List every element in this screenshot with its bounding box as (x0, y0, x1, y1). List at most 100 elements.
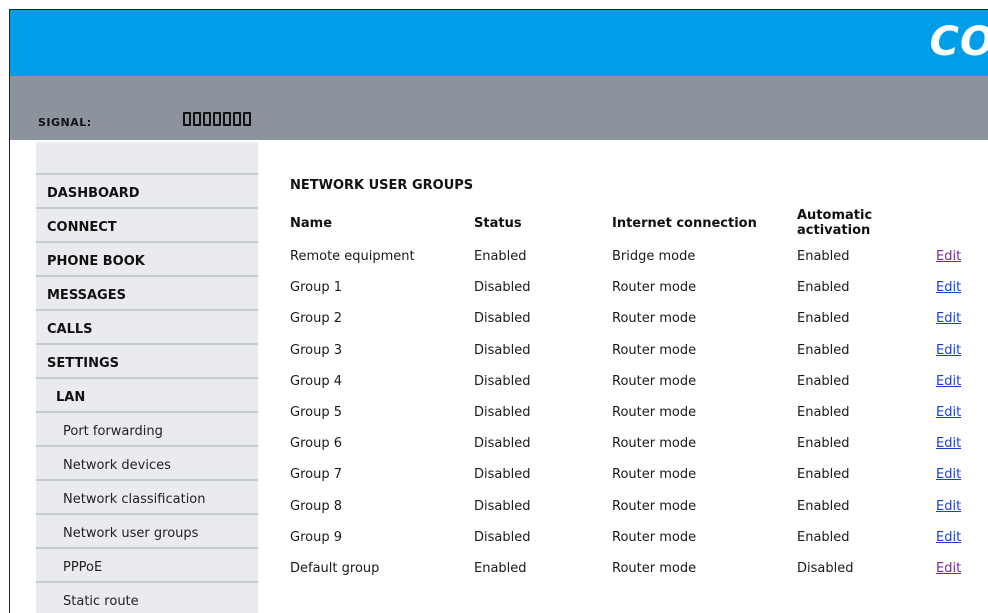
cell-internet-connection: Router mode (612, 405, 697, 421)
signal-strength-meter (183, 112, 251, 126)
cell-automatic-activation: Enabled (797, 280, 850, 296)
table-row: Group 5 Disabled Router mode Enabled Edit (290, 397, 980, 428)
cell-status: Disabled (474, 405, 531, 421)
cell-action: Edit (936, 499, 980, 514)
cell-action: Edit (936, 530, 980, 545)
edit-link[interactable]: Edit (936, 561, 961, 576)
sidebar-item-dashboard[interactable]: DASHBOARD (36, 175, 258, 209)
cell-action: Edit (936, 343, 980, 358)
cell-automatic-activation: Enabled (797, 311, 850, 327)
table-row: Group 7 Disabled Router mode Enabled Edit (290, 459, 980, 490)
edit-link[interactable]: Edit (936, 280, 961, 295)
cell-automatic-activation: Enabled (797, 436, 850, 452)
cell-name: Group 3 (290, 342, 342, 358)
sidebar-item-network-devices[interactable]: Network devices (36, 447, 258, 481)
sidebar-item-settings[interactable]: SETTINGS (36, 345, 258, 379)
table-row: Group 3 Disabled Router mode Enabled Edit (290, 335, 980, 366)
sidebar-item-lan[interactable]: LAN (36, 379, 258, 413)
cell-status: Disabled (474, 436, 531, 452)
cell-name: Group 6 (290, 436, 342, 452)
edit-link[interactable]: Edit (936, 467, 961, 482)
table-body: Remote equipment Enabled Bridge mode Enable… (290, 241, 980, 584)
sidebar-item-port-forwarding[interactable]: Port forwarding (36, 413, 258, 447)
table-row: Group 9 Disabled Router mode Enabled Edit (290, 522, 980, 553)
cell-name: Group 9 (290, 529, 342, 545)
cell-internet-connection: Router mode (612, 467, 697, 483)
table-row: Group 2 Disabled Router mode Enabled Edit (290, 303, 980, 334)
top-banner: CO (10, 10, 988, 76)
edit-link[interactable]: Edit (936, 436, 961, 451)
table-row: Group 1 Disabled Router mode Enabled Edit (290, 272, 980, 303)
cell-automatic-activation: Enabled (797, 342, 850, 358)
edit-link[interactable]: Edit (936, 311, 961, 326)
sidebar-item-messages[interactable]: MESSAGES (36, 277, 258, 311)
sidebar-item-phone-book[interactable]: PHONE BOOK (36, 243, 258, 277)
cell-internet-connection: Router mode (612, 342, 697, 358)
edit-link[interactable]: Edit (936, 249, 961, 264)
cell-internet-connection: Router mode (612, 560, 697, 576)
signal-bar-segment (243, 112, 251, 126)
signal-label: SIGNAL: (38, 116, 92, 129)
user-groups-table: Name Status Internet connection Automati… (290, 205, 980, 584)
column-header-name: Name (290, 215, 333, 231)
table-header: Name Status Internet connection Automati… (290, 205, 980, 241)
signal-bar-segment (233, 112, 241, 126)
sidebar-item-static-route[interactable]: Static route (36, 583, 258, 613)
cell-status: Disabled (474, 373, 531, 389)
cell-automatic-activation: Enabled (797, 498, 850, 514)
cell-name: Group 7 (290, 467, 342, 483)
cell-action: Edit (936, 405, 980, 420)
cell-internet-connection: Bridge mode (612, 249, 696, 265)
cell-action: Edit (936, 280, 980, 295)
column-header-internet-connection: Internet connection (612, 215, 757, 231)
cell-internet-connection: Router mode (612, 373, 697, 389)
cell-name: Group 5 (290, 405, 342, 421)
cell-automatic-activation: Disabled (797, 560, 854, 576)
cell-status: Disabled (474, 311, 531, 327)
cell-action: Edit (936, 311, 980, 326)
table-row: Default group Enabled Router mode Disabled E… (290, 553, 980, 584)
sidebar-item-network-user-groups[interactable]: Network user groups (36, 515, 258, 549)
cell-internet-connection: Router mode (612, 311, 697, 327)
cell-action: Edit (936, 249, 980, 264)
signal-bar-segment (223, 112, 231, 126)
column-header-status: Status (474, 215, 522, 231)
cell-name: Default group (290, 560, 380, 576)
cell-name: Group 2 (290, 311, 342, 327)
signal-bar-segment (193, 112, 201, 126)
signal-bar-segment (203, 112, 211, 126)
brand-logo: CO (929, 19, 988, 65)
cell-status: Disabled (474, 529, 531, 545)
cell-status: Disabled (474, 342, 531, 358)
cell-action: Edit (936, 561, 980, 576)
cell-action: Edit (936, 436, 980, 451)
edit-link[interactable]: Edit (936, 374, 961, 389)
cell-status: Enabled (474, 249, 527, 265)
cell-action: Edit (936, 467, 980, 482)
cell-automatic-activation: Enabled (797, 373, 850, 389)
table-row: Remote equipment Enabled Bridge mode Enable… (290, 241, 980, 272)
sidebar-item-calls[interactable]: CALLS (36, 311, 258, 345)
signal-bar-segment (213, 112, 221, 126)
edit-link[interactable]: Edit (936, 530, 961, 545)
table-row: Group 6 Disabled Router mode Enabled Edit (290, 428, 980, 459)
sidebar-item-network-classification[interactable]: Network classification (36, 481, 258, 515)
sidebar-item-pppoe[interactable]: PPPoE (36, 549, 258, 583)
cell-status: Disabled (474, 280, 531, 296)
sidebar-nav: DASHBOARD CONNECT PHONE BOOK MESSAGES CALLS S… (36, 142, 258, 613)
edit-link[interactable]: Edit (936, 499, 961, 514)
cell-name: Group 1 (290, 280, 342, 296)
cell-internet-connection: Router mode (612, 436, 697, 452)
sidebar-spacer (36, 142, 258, 175)
cell-automatic-activation: Enabled (797, 249, 850, 265)
edit-link[interactable]: Edit (936, 343, 961, 358)
cell-status: Enabled (474, 560, 527, 576)
column-header-automatic-activation: Automatic activation (797, 208, 873, 238)
cell-name: Group 8 (290, 498, 342, 514)
sidebar-item-connect[interactable]: CONNECT (36, 209, 258, 243)
cell-internet-connection: Router mode (612, 498, 697, 514)
cell-automatic-activation: Enabled (797, 529, 850, 545)
cell-name: Remote equipment (290, 249, 415, 265)
app-frame: CO SIGNAL: DASHBOARDCONNECTPHONE BOOKMES… (9, 9, 988, 613)
edit-link[interactable]: Edit (936, 405, 961, 420)
